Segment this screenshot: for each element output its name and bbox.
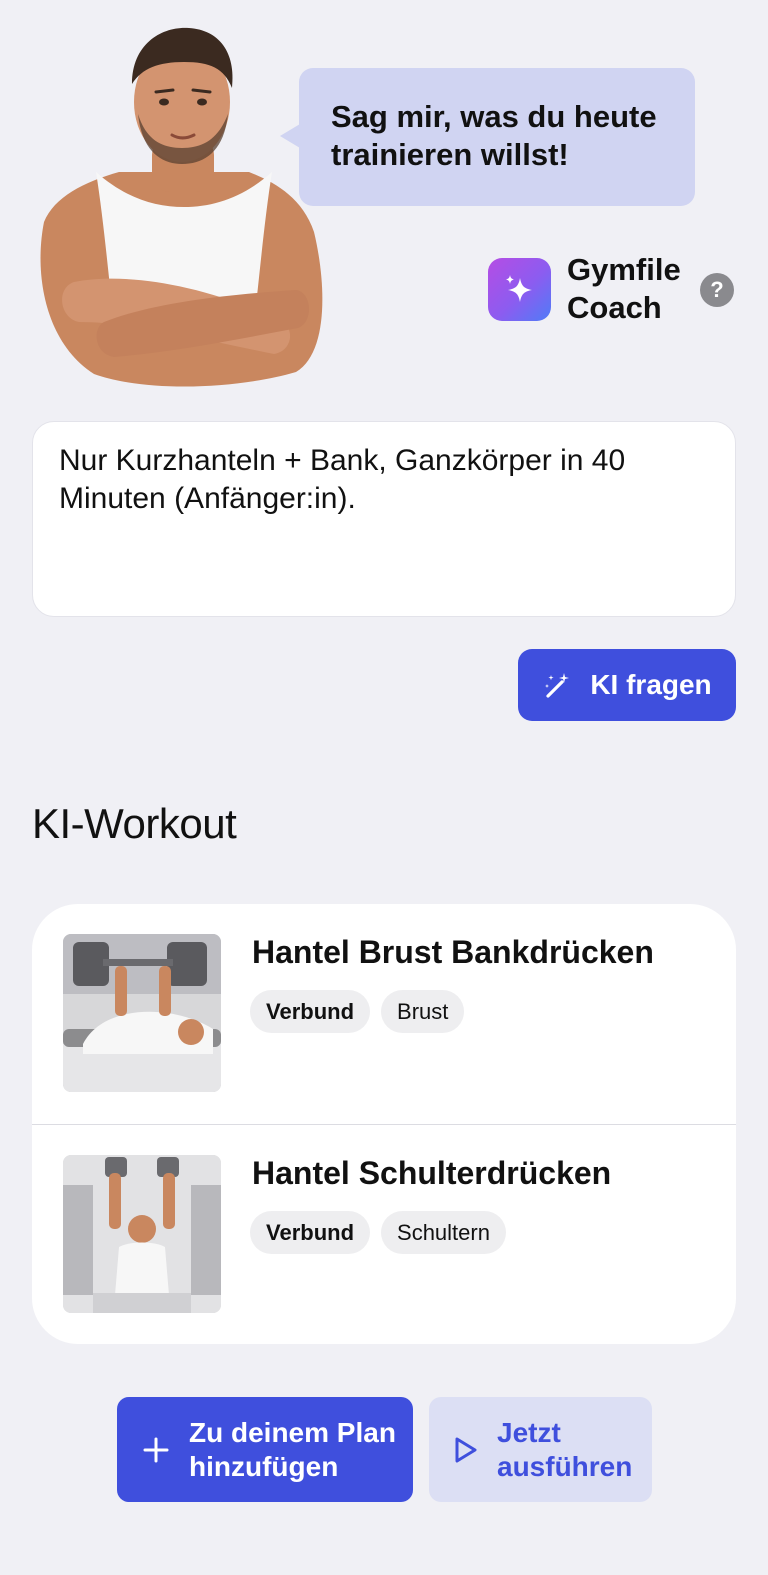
run-now-label: Jetzt ausführen (497, 1416, 633, 1482)
tag-type: Verbund (250, 1211, 371, 1254)
tag-type: Verbund (250, 990, 371, 1033)
exercise-list-card: Hantel Brust Bankdrücken Verbund Brust H… (32, 904, 736, 1344)
coach-avatar (40, 27, 323, 387)
tag-muscle: Schultern (381, 1211, 506, 1254)
sparkles-icon (488, 258, 551, 321)
exercise-thumbnail-shoulder-press (63, 1155, 221, 1313)
plus-icon (143, 1437, 169, 1462)
ask-ai-label: KI fragen (590, 669, 712, 700)
play-icon (455, 1437, 477, 1462)
speech-bubble-tail (280, 124, 300, 148)
exercise-thumbnail-bench-press (63, 934, 221, 1092)
section-title-ai-workout: KI-Workout (32, 800, 237, 847)
exercise-title: Hantel Brust Bankdrücken (252, 934, 654, 970)
add-to-plan-label: Zu deinem Plan hinzufügen (189, 1416, 396, 1482)
run-now-button[interactable]: Jetzt ausführen (429, 1397, 652, 1502)
ask-ai-button[interactable]: KI fragen (518, 649, 736, 721)
exercise-tags: Verbund Brust (250, 990, 465, 1033)
exercise-row[interactable]: Hantel Schulterdrücken Verbund Schultern (32, 1124, 736, 1344)
help-button[interactable]: ? (700, 273, 734, 307)
exercise-row[interactable]: Hantel Brust Bankdrücken Verbund Brust (32, 904, 736, 1124)
coach-name: Gymfile Coach (567, 252, 681, 325)
magic-wand-icon (545, 673, 570, 698)
coach-speech-bubble: Sag mir, was du heute trainieren willst! (299, 68, 695, 206)
prompt-input[interactable] (32, 421, 736, 617)
add-to-plan-button[interactable]: Zu deinem Plan hinzufügen (117, 1397, 413, 1502)
exercise-title: Hantel Schulterdrücken (252, 1155, 612, 1191)
tag-muscle: Brust (381, 990, 465, 1033)
exercise-tags: Verbund Schultern (250, 1211, 506, 1254)
